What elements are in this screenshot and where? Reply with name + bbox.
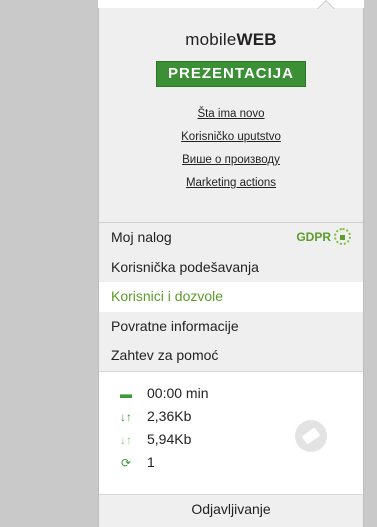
panel-header: mobileWEB PREZENTACIJA Šta ima novo Kori… bbox=[99, 8, 363, 222]
gdpr-label: GDPR bbox=[296, 230, 331, 244]
stat-sync: ⟳ 1 bbox=[99, 451, 363, 474]
info-links: Šta ima novo Korisničko uputstvo Више о … bbox=[99, 103, 363, 194]
gdpr-lock-icon bbox=[334, 228, 351, 246]
menu-item-user-settings[interactable]: Korisnička podešavanja bbox=[99, 253, 363, 283]
menu-item-my-account[interactable]: Moj nalog GDPR bbox=[99, 223, 363, 253]
download-arrows-icon: ↓↑ bbox=[120, 409, 132, 424]
menu-item-users-permissions[interactable]: Korisnici i dozvole bbox=[99, 282, 363, 312]
link-marketing-actions[interactable]: Marketing actions bbox=[99, 172, 363, 194]
account-menu: Moj nalog GDPR Korisnička podešavanja Ko… bbox=[99, 222, 363, 371]
upload-arrows-icon: ↓↑ bbox=[120, 432, 132, 447]
link-user-guide[interactable]: Korisničko uputstvo bbox=[99, 126, 363, 148]
gdpr-badge[interactable]: GDPR bbox=[296, 223, 351, 253]
link-whats-new[interactable]: Šta ima novo bbox=[99, 103, 363, 125]
stat-time-value: 00:00 min bbox=[147, 384, 209, 401]
disconnected-plug-icon bbox=[295, 419, 327, 452]
menu-item-label: Moj nalog bbox=[111, 229, 172, 245]
logo-text-bold: WEB bbox=[236, 30, 277, 49]
stat-session-time: ▬ 00:00 min bbox=[99, 382, 363, 405]
app-backdrop-right bbox=[364, 0, 377, 527]
menu-item-help-request[interactable]: Zahtev za pomoć bbox=[99, 341, 363, 371]
connection-stats: ▬ 00:00 min ↓↑ 2,36Kb ↓↑ 5,94Kb ⟳ 1 bbox=[99, 370, 363, 495]
stat-download-value: 2,36Kb bbox=[147, 407, 192, 424]
stat-sync-value: 1 bbox=[147, 453, 155, 470]
stat-download: ↓↑ 2,36Kb bbox=[99, 405, 363, 428]
logo-text-plain: mobile bbox=[185, 30, 237, 49]
mobileweb-logo: mobileWEB bbox=[99, 8, 363, 50]
logout-button[interactable]: Odjavljivanje bbox=[99, 495, 363, 523]
stat-upload-value: 5,94Kb bbox=[147, 430, 192, 447]
refresh-icon: ⟳ bbox=[120, 455, 132, 470]
app-backdrop bbox=[0, 0, 98, 527]
presentation-button[interactable]: PREZENTACIJA bbox=[156, 61, 306, 87]
link-about-product[interactable]: Више о производу bbox=[99, 149, 363, 171]
menu-item-feedback[interactable]: Povratne informacije bbox=[99, 312, 363, 342]
account-dropdown-panel: mobileWEB PREZENTACIJA Šta ima novo Kori… bbox=[98, 8, 364, 527]
connection-plug-icon: ▬ bbox=[120, 386, 132, 401]
dropdown-caret-fill bbox=[318, 1, 334, 9]
